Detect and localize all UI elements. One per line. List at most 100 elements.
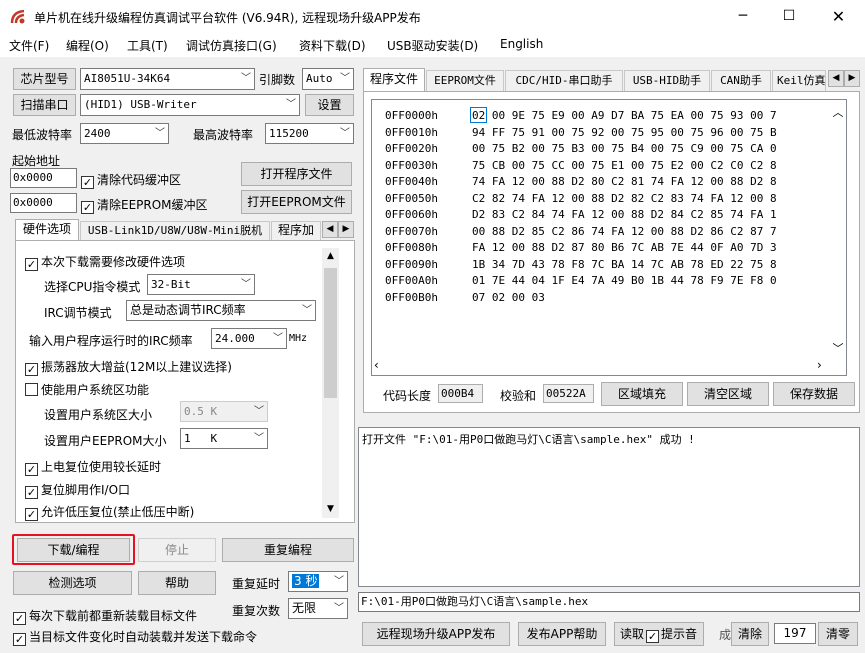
repeat-count-select[interactable]: 无限 ﹀ (288, 598, 348, 619)
maximize-icon[interactable]: ☐ (766, 0, 812, 33)
scan-port-button[interactable]: 扫描串口 (13, 94, 76, 116)
hex-data-row[interactable]: 00 75 B2 00 75 B3 00 75 B4 00 75 C9 00 7… (472, 142, 827, 155)
system-area-size-label: 设置用户系统区大小 (44, 408, 153, 422)
right-tab-scroll-left[interactable]: ◀ (828, 70, 844, 87)
chevron-down-icon: ﹀ (241, 279, 251, 290)
scroll-down-icon[interactable]: ﹀ (830, 340, 846, 356)
tab-can-assistant[interactable]: CAN助手 (711, 70, 771, 91)
open-eeprom-file-button[interactable]: 打开EEPROM文件 (241, 190, 352, 214)
menu-english[interactable]: English (500, 37, 543, 51)
tab-scroll-left[interactable]: ◀ (322, 221, 338, 238)
chip-type-select[interactable]: AI8051U-34K64 ﹀ (80, 68, 255, 90)
hex-data-row[interactable]: 1B 34 7D 43 78 F8 7C BA 14 7C AB 78 ED 2… (472, 258, 827, 271)
code-address-input[interactable]: 0x0000 (10, 168, 77, 188)
menu-program[interactable]: 编程(O) (66, 37, 109, 54)
reload-each-time-checkbox[interactable]: ✓ 每次下载前都重新装载目标文件 (13, 607, 197, 625)
port-value: (HID1) USB-Writer (84, 98, 197, 111)
scroll-up-icon[interactable]: ▲ (322, 248, 339, 265)
chevron-down-icon: ﹀ (155, 128, 165, 139)
beep-check-icon[interactable]: ✓ (646, 630, 660, 643)
clear-area-button[interactable]: 清空区域 (687, 382, 769, 406)
menu-usb-driver[interactable]: USB驱动安装(D) (387, 37, 478, 54)
hex-data-row[interactable]: 74 FA 12 00 88 D2 80 C2 81 74 FA 12 00 8… (472, 175, 827, 188)
hex-data-row[interactable]: FA 12 00 88 D2 87 80 B6 7C AB 7E 44 0F A… (472, 241, 827, 254)
pin-count-select[interactable]: Auto ﹀ (302, 68, 354, 90)
tab-serial-assistant[interactable]: CDC/HID-串口助手 (505, 70, 623, 91)
stop-button[interactable]: 停止 (138, 538, 216, 562)
download-program-button[interactable]: 下载/编程 (17, 538, 130, 562)
file-path-field[interactable]: F:\01-用P0口做跑马灯\C语言\sample.hex (358, 592, 860, 612)
tab-program-file[interactable]: 程序文件 (363, 68, 425, 91)
repeat-program-button[interactable]: 重复编程 (222, 538, 354, 562)
hex-view[interactable] (371, 99, 847, 376)
success-count-field: 197 (774, 623, 816, 644)
tab-usb-link[interactable]: USB-Link1D/U8W/U8W-Mini脱机 (80, 221, 270, 240)
help-button[interactable]: 帮助 (138, 571, 216, 595)
settings-button[interactable]: 设置 (305, 94, 354, 116)
menu-file[interactable]: 文件(F) (9, 37, 49, 54)
hex-data-row[interactable]: C2 82 74 FA 12 00 88 D2 82 C2 83 74 FA 1… (472, 192, 827, 205)
save-data-button[interactable]: 保存数据 (773, 382, 855, 406)
scroll-left-icon[interactable]: ‹ (374, 358, 379, 372)
scroll-up-icon[interactable]: ︿ (830, 104, 846, 120)
long-reset-delay-checkbox[interactable]: ✓ 上电复位使用较长延时 (25, 458, 161, 476)
clear-log-button[interactable]: 清除 (731, 622, 769, 646)
modify-hw-options-checkbox[interactable]: ✓ 本次下载需要修改硬件选项 (25, 253, 185, 271)
close-icon[interactable]: ✕ (812, 0, 865, 33)
scroll-down-icon[interactable]: ▼ (322, 501, 339, 518)
hex-vertical-scrollbar[interactable]: ︿ ﹀ (830, 100, 846, 357)
eeprom-address-input[interactable]: 0x0000 (10, 193, 77, 213)
hex-address: 0FF0030h (385, 158, 438, 172)
auto-load-label: 当目标文件变化时自动装载并发送下载命令 (29, 630, 258, 644)
port-select[interactable]: (HID1) USB-Writer ﹀ (80, 94, 300, 116)
hardware-options-scrollbar[interactable]: ▲ ▼ (322, 248, 339, 518)
hex-data-row[interactable]: 01 7E 44 04 1F E4 7A 49 B0 1B 44 78 F9 7… (472, 274, 827, 287)
open-program-file-button[interactable]: 打开程序文件 (241, 162, 352, 186)
reset-pin-io-checkbox[interactable]: ✓ 复位脚用作I/O口 (25, 481, 130, 499)
cpu-mode-select[interactable]: 32-Bit ﹀ (147, 274, 255, 295)
hex-data-row[interactable]: 75 CB 00 75 CC 00 75 E1 00 75 E2 00 C2 C… (472, 159, 827, 172)
auto-load-checkbox[interactable]: ✓ 当目标文件变化时自动装载并发送下载命令 (13, 628, 257, 646)
irc-mode-select[interactable]: 总是动态调节IRC频率 ﹀ (126, 300, 316, 321)
clear-code-buffer-checkbox[interactable]: ✓ 清除代码缓冲区 (81, 171, 181, 189)
hex-data-row[interactable]: 02 00 9E 75 E9 00 A9 D7 BA 75 EA 00 75 9… (472, 109, 827, 122)
clear-eeprom-buffer-checkbox[interactable]: ✓ 清除EEPROM缓冲区 (81, 196, 208, 214)
hex-horizontal-scrollbar[interactable]: ‹ › (372, 358, 830, 375)
tab-usb-hid-assistant[interactable]: USB-HID助手 (624, 70, 710, 91)
repeat-delay-select[interactable]: 3 秒 ﹀ (288, 571, 348, 592)
tab-program-encrypt[interactable]: 程序加 (271, 221, 321, 240)
hex-data-row[interactable]: 94 FF 75 91 00 75 92 00 75 95 00 75 96 0… (472, 126, 827, 139)
scrollbar-thumb[interactable] (324, 268, 337, 398)
minimize-icon[interactable]: ─ (720, 0, 766, 33)
remote-upgrade-publish-button[interactable]: 远程现场升级APP发布 (362, 622, 510, 646)
tab-eeprom-file[interactable]: EEPROM文件 (426, 70, 504, 91)
chip-type-button[interactable]: 芯片型号 (13, 68, 76, 90)
tab-hardware-options[interactable]: 硬件选项 (15, 219, 79, 240)
tab-keil-debug[interactable]: Keil仿真 (772, 70, 826, 91)
user-system-area-checkbox[interactable]: 使能用户系统区功能 (25, 381, 149, 398)
irc-frequency-select[interactable]: 24.000 ﹀ (211, 328, 287, 349)
max-baud-select[interactable]: 115200 ﹀ (265, 123, 354, 144)
hex-data-row[interactable]: 07 02 00 03 (472, 291, 827, 304)
scroll-right-icon[interactable]: › (817, 358, 822, 372)
min-baud-select[interactable]: 2400 ﹀ (80, 123, 169, 144)
hex-data-row[interactable]: 00 88 D2 85 C2 86 74 FA 12 00 88 D2 86 C… (472, 225, 827, 238)
system-area-size-select[interactable]: 0.5 K ﹀ (180, 401, 268, 422)
oscillator-gain-checkbox[interactable]: ✓ 振荡器放大增益(12M以上建议选择) (25, 358, 232, 376)
low-voltage-reset-checkbox[interactable]: ✓ 允许低压复位(禁止低压中断) (25, 503, 194, 521)
right-tab-scroll-right[interactable]: ▶ (844, 70, 860, 87)
tab-scroll-right[interactable]: ▶ (338, 221, 354, 238)
check-icon: ✓ (25, 363, 38, 376)
check-options-button[interactable]: 检测选项 (13, 571, 132, 595)
read-button[interactable]: 读取 ✓ 提示音 (614, 622, 704, 646)
publish-app-help-button[interactable]: 发布APP帮助 (518, 622, 606, 646)
menu-tools[interactable]: 工具(T) (127, 37, 168, 54)
hex-data-row[interactable]: D2 83 C2 84 74 FA 12 00 88 D2 84 C2 85 7… (472, 208, 827, 221)
output-log[interactable]: 打开文件 "F:\01-用P0口做跑马灯\C语言\sample.hex" 成功 … (358, 427, 860, 587)
area-fill-button[interactable]: 区域填充 (601, 382, 683, 406)
check-icon: ✓ (13, 612, 26, 625)
eeprom-size-select[interactable]: 1 K ﹀ (180, 428, 268, 449)
menu-download[interactable]: 资料下载(D) (299, 37, 366, 54)
reset-count-button[interactable]: 清零 (818, 622, 858, 646)
menu-debug[interactable]: 调试仿真接口(G) (186, 37, 277, 54)
